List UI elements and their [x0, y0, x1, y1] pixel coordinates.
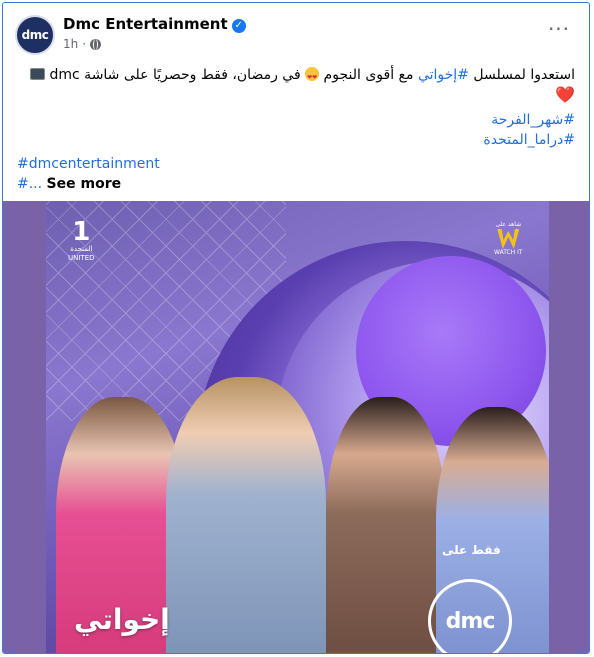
- hashtag-dmcentertainment-link[interactable]: #dmcentertainment: [17, 154, 575, 174]
- dmc-logo: dmc: [428, 579, 512, 653]
- watchit-label-ar: شاهد على: [495, 221, 522, 228]
- hashtag-united-drama-link[interactable]: #دراما_المتحدة: [17, 130, 575, 150]
- hashtag-month-of-joy-link[interactable]: #شهر_الفرحة: [17, 110, 575, 130]
- watchit-label-en: WATCH IT: [494, 249, 523, 256]
- actress-2-figure: [166, 377, 326, 653]
- hashtag-ekhwaty-link[interactable]: #إخواتي: [418, 67, 469, 83]
- post-time[interactable]: 1h: [63, 37, 78, 51]
- see-more-row: #... See more: [17, 174, 575, 194]
- post-text-line2: ❤️: [17, 85, 575, 106]
- red-heart-emoji-icon: ❤️: [555, 85, 575, 104]
- only-on-label: فقط على: [442, 543, 501, 557]
- globe-icon: [90, 38, 102, 50]
- text-part-before: استعدوا لمسلسل: [468, 67, 575, 83]
- avatar-logo-text: dmc: [21, 28, 49, 42]
- page-name: Dmc Entertainment: [63, 15, 228, 33]
- page-name-link[interactable]: Dmc Entertainment ✓: [63, 15, 246, 33]
- watchit-w-icon: [497, 229, 520, 249]
- more-options-button[interactable]: ···: [541, 19, 577, 45]
- tv-emoji-icon: [30, 68, 46, 80]
- post-card: dmc Dmc Entertainment ✓ 1h · ··· استعدوا …: [2, 2, 590, 654]
- meta-separator: ·: [82, 37, 87, 51]
- heart-eyes-emoji-icon: [305, 67, 320, 88]
- post-meta: 1h ·: [63, 37, 102, 51]
- dmc-logo-text: dmc: [445, 608, 496, 634]
- post-text: استعدوا لمسلسل #إخواتي مع أقوى النجوم في…: [17, 65, 575, 194]
- united-logo: 1 المتحدة UNITED: [68, 219, 95, 263]
- post-text-line1: استعدوا لمسلسل #إخواتي مع أقوى النجوم في…: [17, 65, 575, 88]
- series-title: إخواتي: [74, 603, 170, 636]
- see-more-button[interactable]: See more: [47, 176, 122, 192]
- verified-badge-icon: ✓: [231, 19, 246, 33]
- series-poster: 1 المتحدة UNITED شاهد على WATCH IT إخوات…: [46, 201, 549, 653]
- united-label-en: UNITED: [68, 254, 95, 262]
- united-label-ar: المتحدة: [70, 245, 93, 253]
- post-header: dmc Dmc Entertainment ✓ 1h · ···: [15, 15, 577, 59]
- watchit-logo: شاهد على WATCH IT: [494, 221, 523, 257]
- hashtag-truncated-link[interactable]: #...: [17, 176, 42, 192]
- avatar[interactable]: dmc: [15, 15, 55, 55]
- text-part-mid: مع أقوى النجوم: [319, 67, 418, 83]
- united-logo-mark: 1: [72, 217, 91, 247]
- text-part-after: في رمضان، فقط وحصريًا على شاشة dmc: [45, 67, 306, 83]
- post-image[interactable]: 1 المتحدة UNITED شاهد على WATCH IT إخوات…: [3, 201, 589, 653]
